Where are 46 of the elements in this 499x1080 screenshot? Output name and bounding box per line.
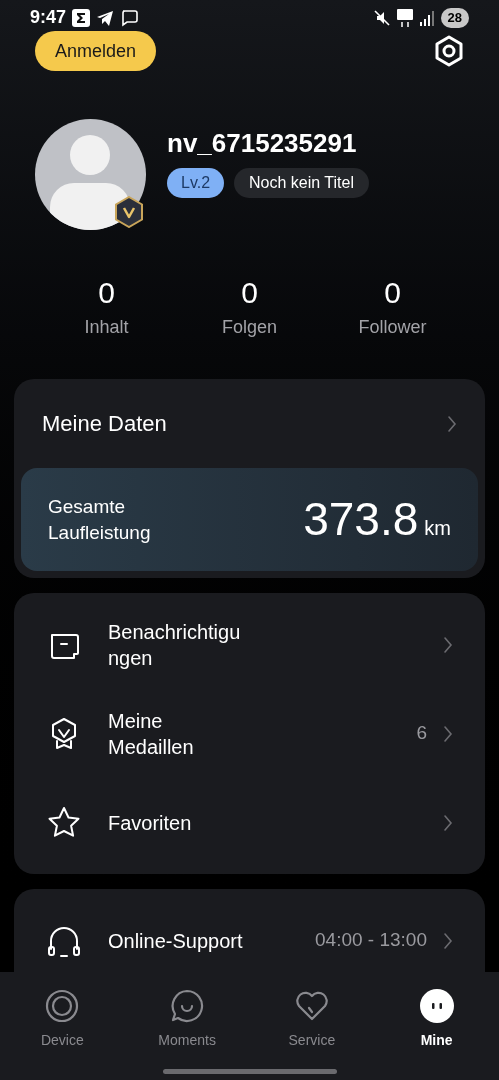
menu-item-label: Meine Medaillen xyxy=(108,708,195,760)
nav-tab[interactable]: Mine xyxy=(374,988,499,1051)
login-button[interactable]: Anmelden xyxy=(35,31,157,71)
stat-label: Follower xyxy=(358,316,427,339)
signal-icon xyxy=(419,9,434,26)
menu-item[interactable]: Meine Medaillen 6 xyxy=(14,689,485,778)
chat-icon xyxy=(120,8,139,27)
username: nv_6715235291 xyxy=(167,127,358,158)
send-icon xyxy=(96,8,115,27)
chevron-icon xyxy=(443,813,453,832)
title-badge: Noch kein Titel xyxy=(234,167,369,198)
menu-item[interactable]: Favoriten xyxy=(14,778,485,867)
nav-tab[interactable]: Service xyxy=(249,988,375,1051)
stat-value: 0 xyxy=(241,276,258,310)
nav-tab[interactable]: Moments xyxy=(124,988,250,1051)
my-data-row[interactable]: Meine Daten xyxy=(21,379,478,468)
verified-badge-icon xyxy=(114,196,144,228)
distance-unit: km xyxy=(424,516,451,541)
total-distance-value: 373.8 xyxy=(303,492,419,547)
status-time: 9:47 xyxy=(30,6,67,29)
stat-label: Inhalt xyxy=(84,316,129,339)
network-icon xyxy=(396,8,413,27)
app-notification-icon xyxy=(72,8,91,27)
level-badge: Lv.2 xyxy=(167,167,225,198)
menu-item-value: 6 xyxy=(416,721,427,746)
stat-label: Folgen xyxy=(221,316,277,339)
chevron-icon xyxy=(447,414,457,433)
stat-value: 0 xyxy=(384,276,401,310)
menu-item-label: Online-Support xyxy=(108,928,244,954)
menu-item-label: Benachrichtigu ngen xyxy=(108,619,242,671)
menu-item-value: 04:00 - 13:00 xyxy=(315,928,427,953)
chat-bubble-icon xyxy=(169,988,206,1024)
chevron-icon xyxy=(443,931,453,950)
settings-icon[interactable] xyxy=(433,35,465,67)
chevron-icon xyxy=(443,724,453,743)
menu-item-label: Favoriten xyxy=(108,810,193,836)
face-icon xyxy=(418,988,455,1024)
battery-level: 28 xyxy=(440,7,469,28)
menu-item[interactable]: Online-Support 04:00 - 13:00 xyxy=(14,896,485,972)
ring-icon xyxy=(44,988,81,1024)
mute-icon xyxy=(373,9,390,26)
menu-item[interactable]: Benachrichtigu ngen xyxy=(14,600,485,689)
stat-value: 0 xyxy=(98,276,115,310)
total-distance-label: Gesamte Laufleistung xyxy=(48,494,151,545)
nav-tab[interactable]: Device xyxy=(0,988,125,1051)
chevron-icon xyxy=(443,635,453,654)
